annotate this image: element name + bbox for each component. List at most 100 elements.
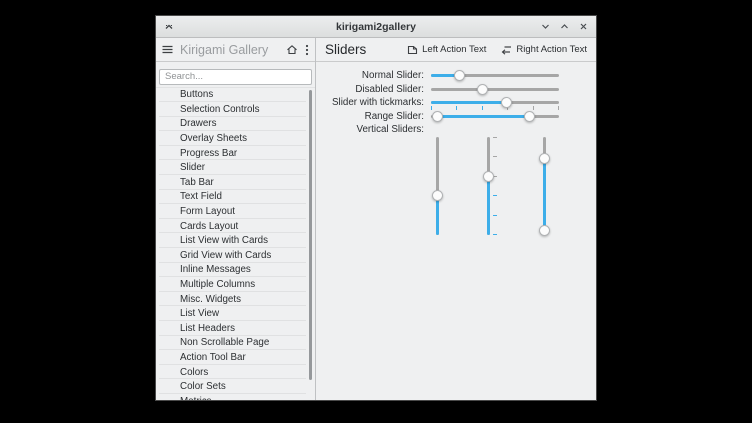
page-panel: Sliders Left Action Text Right Action Te… (316, 38, 596, 400)
slider-fill (431, 101, 507, 104)
vertical-slider[interactable] (482, 137, 495, 235)
range-slider[interactable] (431, 110, 559, 123)
left-action-button[interactable]: Left Action Text (407, 44, 486, 55)
sidebar-item-cards-layout[interactable]: Cards Layout (156, 219, 315, 234)
row-label: Vertical Sliders: (316, 123, 424, 137)
row-control (431, 96, 559, 109)
row-label: Disabled Slider: (316, 83, 424, 97)
slider-handle[interactable] (539, 153, 550, 164)
list-item-label: Action Tool Bar (180, 352, 246, 363)
tick-mark (493, 156, 497, 157)
hamburger-menu-icon[interactable] (162, 45, 173, 54)
sidebar-item-action-tool-bar[interactable]: Action Tool Bar (156, 350, 315, 365)
page-title: Sliders (325, 42, 366, 57)
right-action-label: Right Action Text (516, 44, 587, 55)
sidebar-item-metrics[interactable]: Metrics (156, 394, 315, 400)
sidebar-item-selection-controls[interactable]: Selection Controls (156, 102, 315, 117)
row-label: Range Slider: (316, 110, 424, 124)
minimize-button[interactable] (539, 21, 551, 33)
slider-handle[interactable] (539, 225, 550, 236)
slider-handle[interactable] (432, 111, 443, 122)
sidebar-list: Buttons Selection Controls Drawers Overlay … (156, 87, 315, 401)
slider-fill (487, 176, 490, 235)
tick-mark (493, 234, 497, 235)
shade-icon[interactable] (163, 21, 175, 33)
list-item-label: Form Layout (180, 206, 235, 217)
sidebar-item-multiple-columns[interactable]: Multiple Columns (156, 277, 315, 292)
maximize-button[interactable] (558, 21, 570, 33)
list-item-label: Selection Controls (180, 104, 260, 115)
form-row: Slider with tickmarks: (316, 96, 596, 110)
sidebar-item-list-view-with-cards[interactable]: List View with Cards (156, 233, 315, 248)
sidebar-item-list-view[interactable]: List View (156, 306, 315, 321)
sidebar-item-tab-bar[interactable]: Tab Bar (156, 175, 315, 190)
slider[interactable] (431, 69, 559, 82)
sidebar-item-non-scrollable-page[interactable]: Non Scrollable Page (156, 336, 315, 351)
disabled-slider (431, 83, 559, 96)
list-item-label: Grid View with Cards (180, 250, 271, 261)
row-label: Slider with tickmarks: (316, 96, 424, 110)
vertical-slider[interactable] (431, 137, 444, 235)
list-item-label: Tab Bar (180, 177, 214, 188)
sidebar-item-grid-view-with-cards[interactable]: Grid View with Cards (156, 248, 315, 263)
list-item-label: Color Sets (180, 381, 226, 392)
close-button[interactable] (577, 21, 589, 33)
sliders-form: Normal Slider:Disabled Slider:Slider wit… (316, 62, 596, 400)
sidebar-item-overlay-sheets[interactable]: Overlay Sheets (156, 131, 315, 146)
scrollbar-thumb[interactable] (309, 90, 312, 381)
list-item-label: List View (180, 308, 219, 319)
slider-handle[interactable] (501, 97, 512, 108)
left-action-label: Left Action Text (422, 44, 486, 55)
slider-fill (436, 196, 439, 235)
slider-handle[interactable] (483, 171, 494, 182)
sidebar-item-buttons[interactable]: Buttons (156, 88, 315, 103)
sidebar-item-text-field[interactable]: Text Field (156, 190, 315, 205)
list-item-label: List Headers (180, 323, 235, 334)
slider-handle[interactable] (432, 190, 443, 201)
slider-fill (543, 159, 546, 231)
window-title: kirigami2gallery (156, 21, 596, 33)
row-control (431, 83, 559, 96)
right-action-button[interactable]: Right Action Text (501, 44, 587, 55)
slider-handle[interactable] (454, 70, 465, 81)
list-item-label: Non Scrollable Page (180, 337, 269, 348)
tick-mark (493, 195, 497, 196)
slider-track (431, 88, 559, 91)
list-item-label: Buttons (180, 89, 213, 100)
list-item-label: Colors (180, 367, 208, 378)
row-control (431, 110, 559, 123)
list-item-label: Text Field (180, 191, 222, 202)
tick-mark (493, 137, 497, 138)
list-item-label: Metrics (180, 396, 212, 400)
row-control (431, 69, 559, 82)
list-item-label: Multiple Columns (180, 279, 255, 290)
sidebar-item-drawers[interactable]: Drawers (156, 117, 315, 132)
sidebar-item-inline-messages[interactable]: Inline Messages (156, 263, 315, 278)
sidebar-item-misc-widgets[interactable]: Misc. Widgets (156, 292, 315, 307)
sidebar-item-color-sets[interactable]: Color Sets (156, 379, 315, 394)
vertical-sliders-group (431, 137, 559, 255)
sidebar-item-list-headers[interactable]: List Headers (156, 321, 315, 336)
list-item-label: List View with Cards (180, 235, 268, 246)
sidebar-item-progress-bar[interactable]: Progress Bar (156, 146, 315, 161)
slider[interactable] (431, 96, 559, 109)
kebab-menu-icon[interactable] (305, 44, 309, 56)
titlebar: kirigami2gallery (156, 16, 596, 38)
sidebar-item-colors[interactable]: Colors (156, 365, 315, 380)
slider-handle[interactable] (477, 84, 488, 95)
search-input[interactable] (159, 69, 312, 85)
sidebar-item-form-layout[interactable]: Form Layout (156, 204, 315, 219)
list-item-label: Cards Layout (180, 221, 238, 232)
row-control (431, 123, 559, 255)
list-item-label: Misc. Widgets (180, 294, 241, 305)
form-row: Disabled Slider: (316, 83, 596, 97)
list-item-label: Overlay Sheets (180, 133, 247, 144)
slider-handle[interactable] (524, 111, 535, 122)
list-item-label: Inline Messages (180, 264, 251, 275)
format-indent-icon (501, 45, 512, 55)
list-item-label: Drawers (180, 118, 216, 129)
vertical-range-slider[interactable] (538, 137, 551, 235)
app-title: Kirigami Gallery (180, 43, 279, 57)
sidebar-item-slider[interactable]: Slider (156, 160, 315, 175)
home-icon[interactable] (286, 44, 298, 55)
